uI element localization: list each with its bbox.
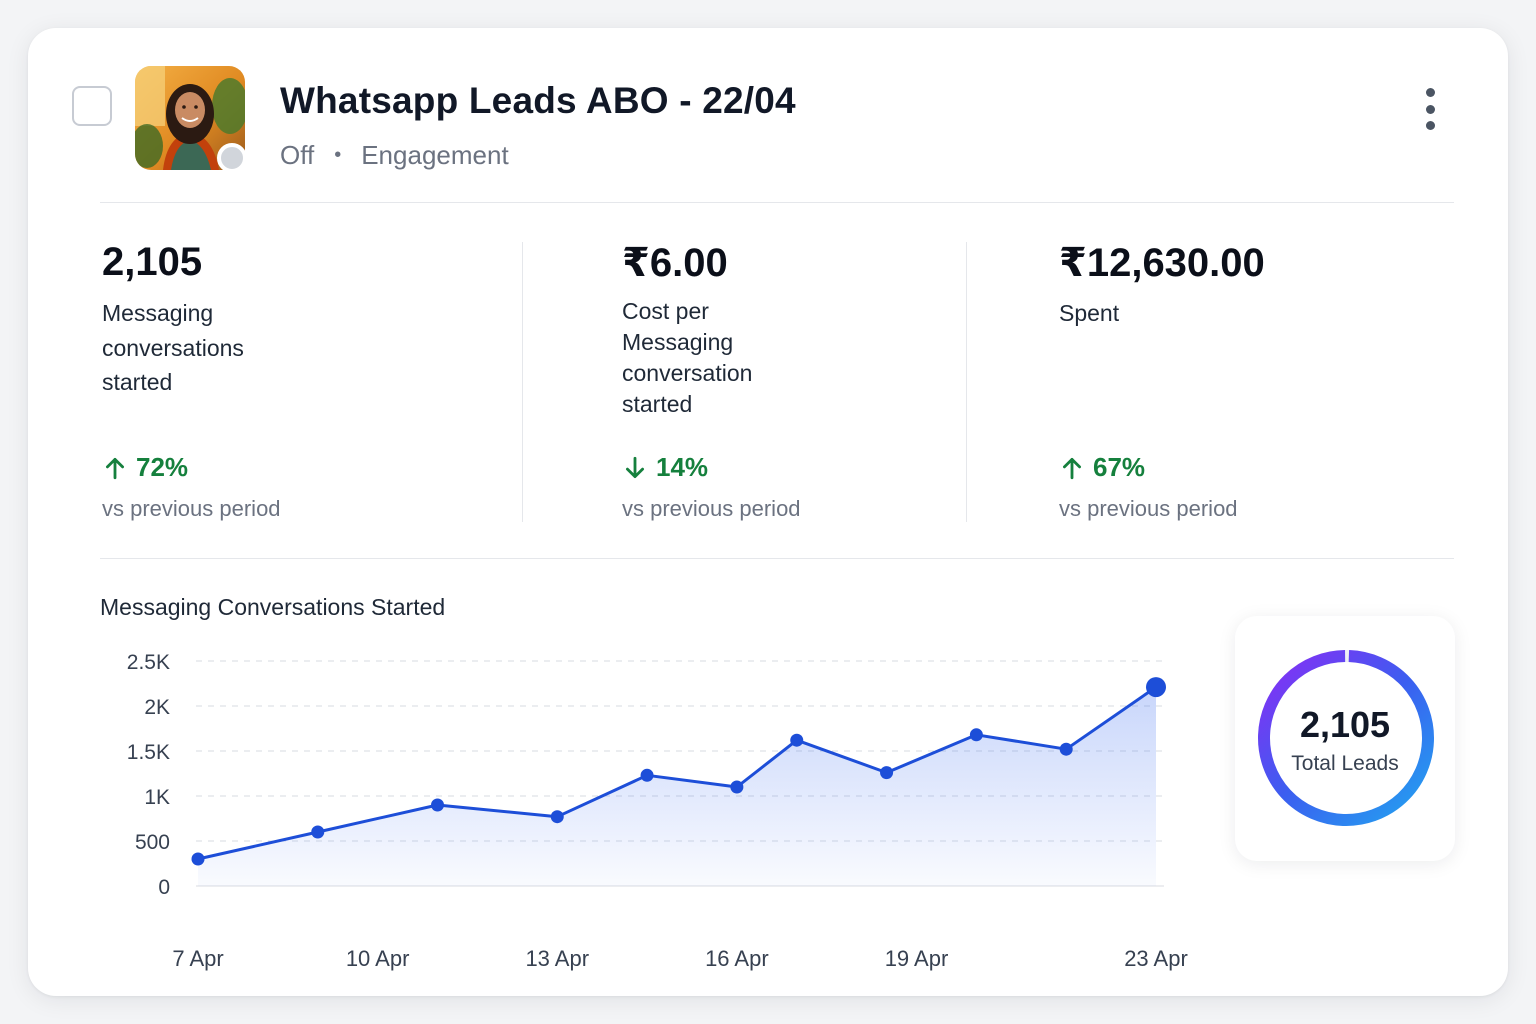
y-tick-label: 1K [144,786,170,809]
conversations-line-chart: 0 500 1K 1.5K 2K 2.5K 7 Apr 10 Apr 13 Apr 16 Apr 1… [127,651,1188,971]
x-tick-label: 10 Apr [346,946,410,971]
total-leads-value: 2,105 [1299,704,1391,745]
metric-compare: vs previous period [1059,496,1238,521]
campaign-title: Whatsapp Leads ABO - 22/04 [280,80,796,121]
metric-label-line: Spent [1059,300,1120,326]
metric-label-line: conversation [622,360,753,387]
data-point [1146,677,1166,698]
metric-compare: vs previous period [622,496,801,521]
campaign-card: Whatsapp Leads ABO - 22/04 Off • Engagem… [28,28,1508,996]
y-tick-label: 2K [144,696,170,719]
data-point [431,798,444,812]
metric-cost-per-conversation: ₹6.00 Cost per Messaging conversation st… [622,240,801,521]
x-tick-label: 13 Apr [525,946,589,971]
metric-label: Cost per Messaging conversation started [622,296,752,420]
metric-change: 72% [102,452,188,483]
metric-change: 14% [622,452,708,483]
metric-change: 67% [1059,452,1145,483]
header-divider [100,202,1454,203]
metric-compare: vs previous period [102,496,281,521]
arrow-down-icon [626,456,644,478]
metric-conversations: 2,105 Messaging conversations started 72… [102,240,281,521]
series-area [198,687,1156,886]
data-point [730,780,744,794]
metric-divider [522,242,523,522]
separator-dot: • [334,144,342,166]
metric-change-value: 67% [1093,452,1146,482]
campaign-status: Off [280,140,315,170]
metric-label-line: Messaging [622,329,734,356]
total-leads-label: Total Leads [1291,752,1399,775]
y-tick-label: 1.5K [127,741,170,764]
data-point [790,733,804,747]
total-leads-card: 2,105 Total Leads [1235,616,1455,861]
y-tick-label: 500 [135,831,170,854]
y-tick-label: 2.5K [127,651,170,674]
metric-label-line: Cost per [622,298,709,324]
kebab-menu-icon[interactable] [1420,86,1441,132]
metric-label-line: started [622,391,693,418]
metric-change-value: 72% [136,452,189,482]
y-tick-label: 0 [158,876,170,899]
data-point [640,768,654,782]
data-point [191,852,205,866]
data-point [550,810,564,824]
metric-label: Spent [1059,296,1119,331]
metric-spent: ₹12,630.00 Spent 67% vs previous period [1059,240,1265,521]
metric-divider [966,242,967,522]
metric-change-value: 14% [656,452,709,482]
status-indicator [217,143,247,173]
arrow-up-icon [106,457,124,479]
metric-label-line: started [102,369,173,395]
x-tick-label: 16 Apr [705,946,769,971]
metric-label-line: Messaging [102,300,214,326]
metrics-divider [100,558,1454,559]
data-point [880,766,894,780]
metric-label-line: conversations [102,334,244,361]
select-checkbox[interactable] [72,86,112,126]
campaign-meta: Off • Engagement [280,140,509,171]
arrow-up-icon [1063,457,1081,479]
data-point [1059,742,1073,756]
metric-label: Messaging conversations started [102,296,244,400]
metric-value: 2,105 [102,240,203,284]
data-point [311,825,325,839]
campaign-objective: Engagement [361,140,509,170]
metric-value: ₹6.00 [622,241,728,285]
metric-value: ₹12,630.00 [1059,241,1265,285]
data-point [969,728,983,742]
x-tick-label: 7 Apr [172,946,223,971]
x-tick-label: 19 Apr [885,946,949,971]
chart-title: Messaging Conversations Started [100,594,446,620]
x-tick-label: 23 Apr [1124,946,1188,971]
